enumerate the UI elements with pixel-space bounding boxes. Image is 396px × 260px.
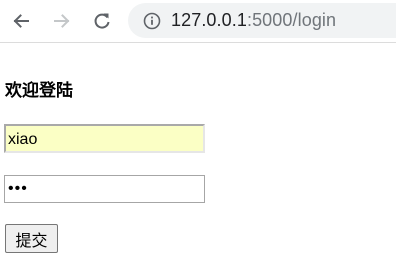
submit-button[interactable]: 提交 xyxy=(5,224,58,253)
reload-button[interactable] xyxy=(88,7,116,35)
arrow-left-icon xyxy=(13,14,29,28)
password-input[interactable] xyxy=(4,175,205,203)
username-input[interactable] xyxy=(4,124,205,153)
arrow-right-icon xyxy=(54,14,70,28)
url-host: 127.0.0.1 xyxy=(171,10,247,30)
url-text: 127.0.0.1:5000/login xyxy=(171,10,336,31)
page-title: 欢迎登陆 xyxy=(5,81,73,101)
browser-toolbar: 127.0.0.1:5000/login xyxy=(0,0,396,43)
site-info-icon[interactable] xyxy=(142,11,162,31)
back-button[interactable] xyxy=(7,7,35,35)
address-bar[interactable]: 127.0.0.1:5000/login xyxy=(128,3,396,38)
reload-icon xyxy=(94,13,110,29)
forward-button[interactable] xyxy=(48,7,76,35)
url-path: :5000/login xyxy=(246,10,337,30)
page-content: 欢迎登陆 提交 xyxy=(0,44,396,260)
